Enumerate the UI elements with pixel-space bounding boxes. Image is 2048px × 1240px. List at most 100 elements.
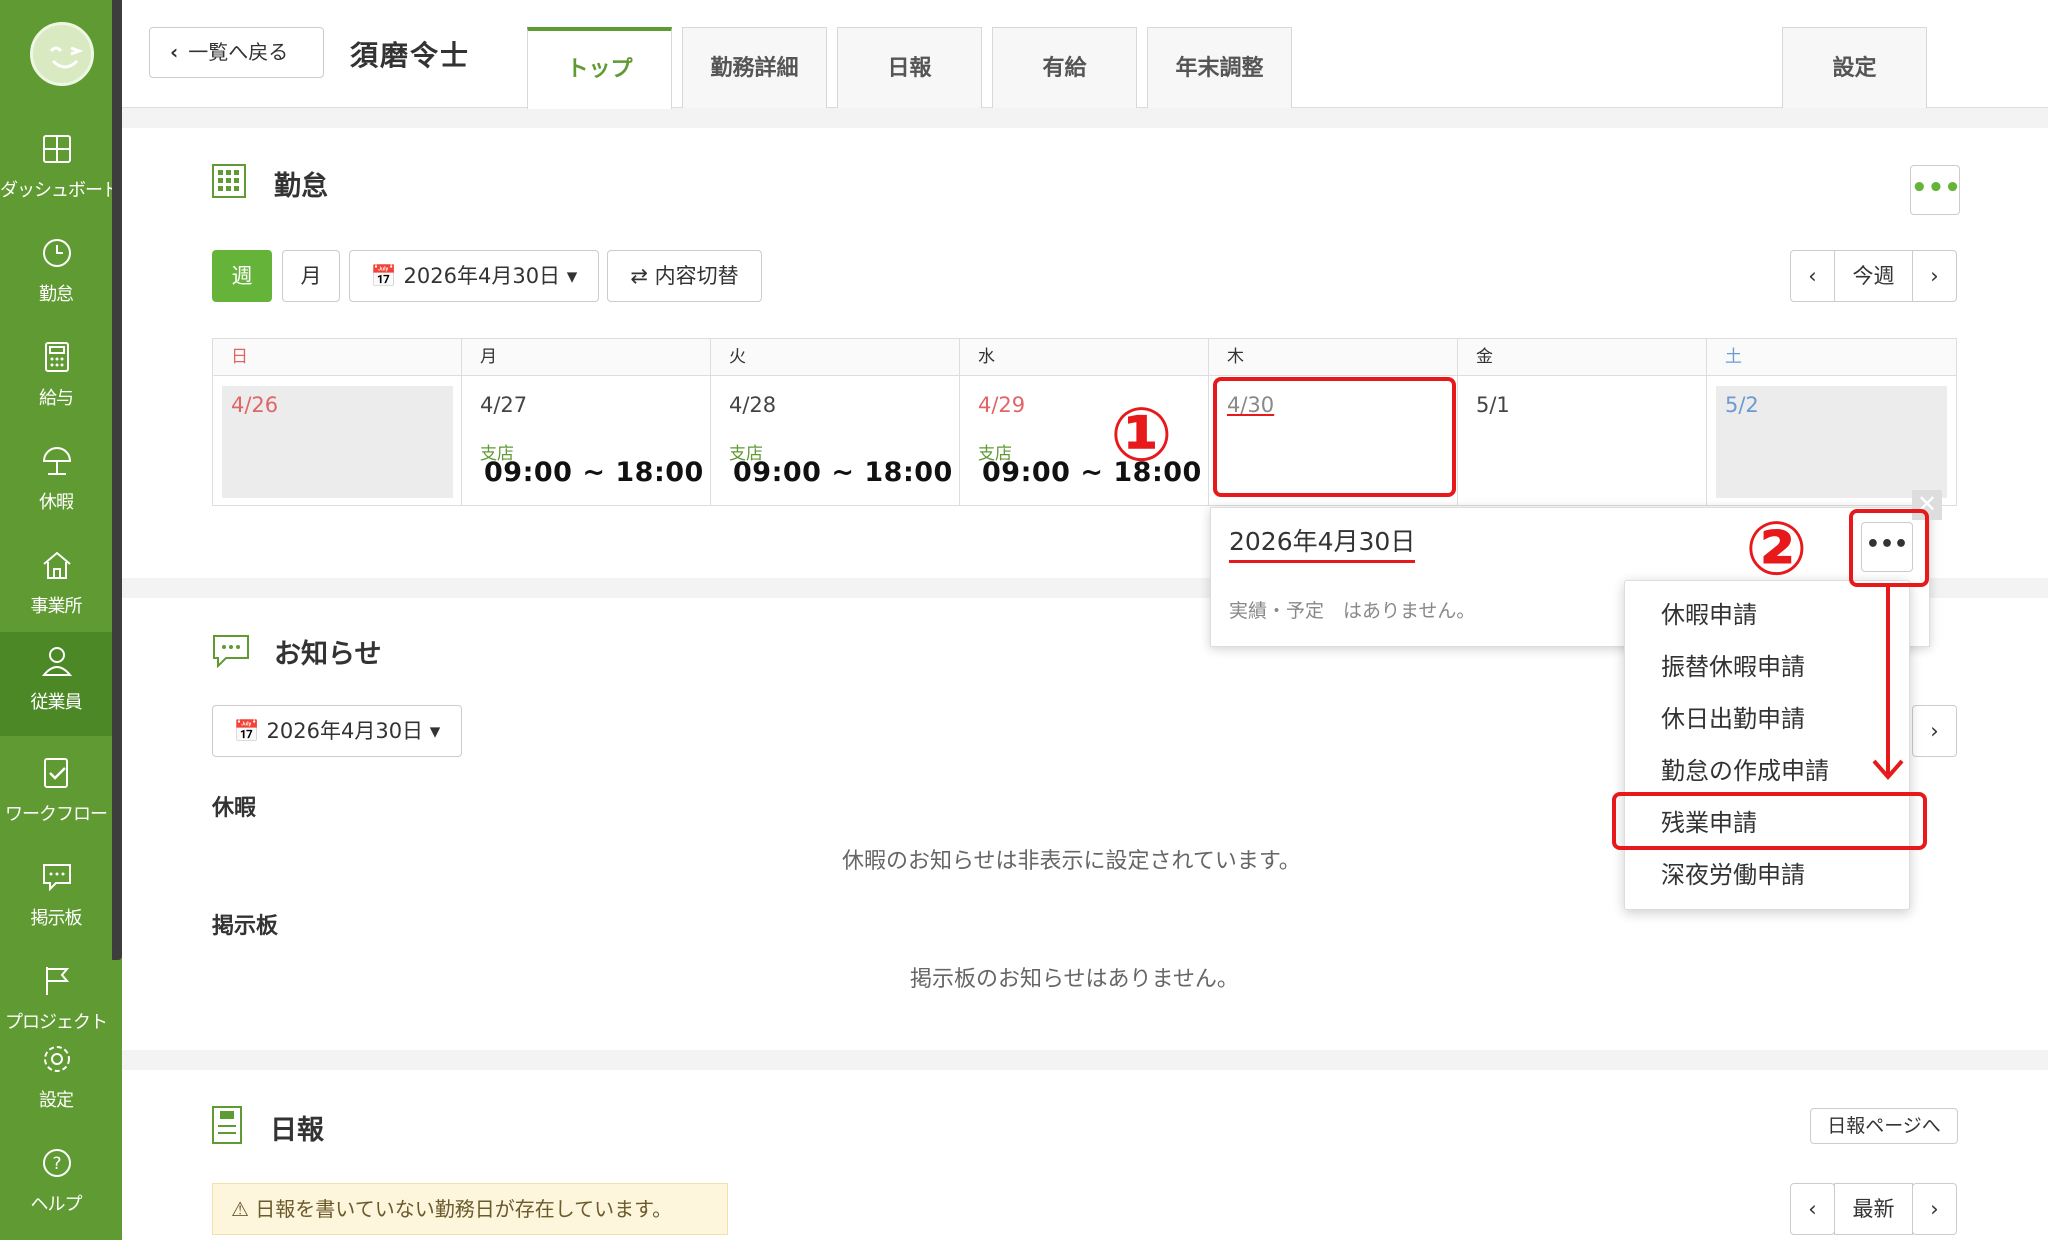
ellipsis-icon: ••• (1911, 173, 1961, 203)
news-next-button[interactable]: › (1912, 705, 1957, 757)
date-select-value: 2026年4月30日 (403, 264, 561, 288)
tab-paid-leave[interactable]: 有給 (992, 27, 1137, 108)
svg-text:?: ? (52, 1154, 61, 1174)
daily-prev-button[interactable]: ‹ (1790, 1183, 1835, 1235)
daily-next-button[interactable]: › (1912, 1183, 1957, 1235)
sidebar-item-label: ワークフロー (5, 804, 108, 825)
menu-item-holiday-work[interactable]: 休日出勤申請 (1625, 693, 1909, 745)
this-week-button[interactable]: 今週 (1834, 250, 1913, 302)
day-date: 4/28 (729, 393, 777, 417)
chevron-right-icon: › (1930, 719, 1939, 743)
sidebar-item-leave[interactable]: 休暇 (0, 432, 112, 536)
tab-settings[interactable]: 設定 (1782, 27, 1927, 108)
sidebar-item-label: 休暇 (39, 492, 74, 513)
flag-icon (46, 967, 70, 995)
sidebar-item-label: 給与 (39, 388, 74, 409)
sidebar-item-help[interactable]: ? ヘルプ (0, 1134, 112, 1238)
day-header: 水 (960, 339, 1208, 376)
back-to-list-button[interactable]: ‹ 一覧へ戻る (149, 27, 324, 78)
toggle-label: 内容切替 (654, 264, 739, 288)
popover-date: 2026年4月30日 (1229, 522, 1416, 563)
more-options-button[interactable]: ••• (1910, 165, 1961, 215)
sidebar-item-label: ヘルプ (30, 1194, 83, 1215)
prev-week-button[interactable]: ‹ (1790, 250, 1835, 302)
sidebar: ダッシュボード 勤怠 給与 休暇 事業所 従業員 ワークフロー 掲示板 プロジェ… (0, 0, 122, 1240)
day-date: 4/29 (978, 393, 1026, 417)
sidebar-item-dashboard[interactable]: ダッシュボード (0, 120, 120, 224)
smile-logo-icon (49, 46, 84, 69)
work-time: 09:00 ~ 18:00 (733, 457, 953, 488)
next-week-button[interactable]: › (1912, 250, 1957, 302)
chevron-right-icon: › (1930, 264, 1939, 288)
document-icon (212, 1106, 242, 1144)
calendar-day-mon[interactable]: 月 4/27 支店 09:00 ~ 18:00 (462, 339, 711, 505)
work-time: 09:00 ~ 18:00 (484, 457, 704, 488)
highlight-box-menu-button (1849, 509, 1929, 587)
board-message: 掲示板のお知らせはありません。 (910, 967, 1239, 992)
sidebar-item-label: ダッシュボード (0, 180, 120, 201)
checklist-icon (44, 758, 68, 788)
chevron-left-icon: ‹ (1808, 1197, 1817, 1221)
sidebar-item-label: 事業所 (30, 596, 83, 617)
calendar-day-sat[interactable]: 土 5/2 (1707, 339, 1956, 505)
clock-icon (43, 239, 71, 267)
employee-name: 須磨令士 (350, 39, 471, 72)
daily-latest-button[interactable]: 最新 (1834, 1183, 1913, 1235)
sidebar-item-board[interactable]: 掲示板 (0, 848, 112, 952)
warning-text: 日報を書いていない勤務日が存在しています。 (255, 1197, 673, 1221)
step-2-marker: ② (1745, 506, 1808, 592)
caret-down-icon: ▾ (429, 719, 441, 743)
caret-down-icon: ▾ (566, 264, 578, 288)
attendance-title: 勤怠 (274, 171, 328, 202)
help-icon: ? (43, 1149, 71, 1177)
sidebar-item-employees[interactable]: 従業員 (0, 632, 112, 736)
date-select[interactable]: 📅 2026年4月30日 ▾ (349, 250, 599, 302)
day-date: 4/27 (480, 393, 528, 417)
day-date: 5/2 (1725, 393, 1759, 417)
month-view-button[interactable]: 月 (282, 250, 340, 302)
sidebar-item-label: 従業員 (30, 692, 83, 713)
menu-item-leave-request[interactable]: 休暇申請 (1625, 589, 1909, 641)
sidebar-item-workflow[interactable]: ワークフロー (0, 744, 112, 848)
daily-report-title: 日報 (270, 1115, 324, 1146)
umbrella-icon (42, 447, 72, 475)
sidebar-scrollbar[interactable] (112, 0, 122, 960)
sidebar-item-settings[interactable]: 設定 (0, 1030, 112, 1134)
tab-year-end[interactable]: 年末調整 (1147, 27, 1292, 108)
tab-daily-report[interactable]: 日報 (837, 27, 982, 108)
sidebar-item-attendance[interactable]: 勤怠 (0, 224, 112, 328)
chevron-right-icon: › (1930, 1197, 1939, 1221)
menu-item-late-night[interactable]: 深夜労働申請 (1625, 849, 1909, 901)
menu-item-attendance-create[interactable]: 勤怠の作成申請 (1625, 745, 1909, 797)
logo[interactable] (30, 22, 94, 86)
back-label: 一覧へ戻る (188, 40, 289, 64)
sidebar-item-label: 設定 (39, 1090, 74, 1111)
week-view-button[interactable]: 週 (212, 250, 272, 302)
news-date-select[interactable]: 📅 2026年4月30日 ▾ (212, 705, 462, 757)
leave-heading: 休暇 (212, 796, 257, 821)
tab-work-detail[interactable]: 勤務詳細 (682, 27, 827, 108)
calendar-icon: 📅 (370, 264, 397, 288)
toggle-content-button[interactable]: ⇄ 内容切替 (607, 250, 762, 302)
dashboard-icon (43, 135, 71, 163)
sidebar-item-payroll[interactable]: 給与 (0, 328, 112, 432)
calendar-day-fri[interactable]: 金 5/1 (1458, 339, 1707, 505)
menu-item-substitute-leave[interactable]: 振替休暇申請 (1625, 641, 1909, 693)
day-header: 火 (711, 339, 959, 376)
calendar-day-tue[interactable]: 火 4/28 支店 09:00 ~ 18:00 (711, 339, 960, 505)
day-header: 金 (1458, 339, 1706, 376)
calendar-day-sun[interactable]: 日 4/26 (213, 339, 462, 505)
daily-report-page-button[interactable]: 日報ページへ (1810, 1108, 1958, 1144)
tab-top[interactable]: トップ (527, 27, 672, 109)
day-date: 4/26 (231, 393, 279, 417)
day-date: 5/1 (1476, 393, 1510, 417)
leave-message: 休暇のお知らせは非表示に設定されています。 (842, 849, 1301, 874)
chevron-left-icon: ‹ (170, 40, 179, 64)
highlight-box-day (1213, 377, 1456, 497)
chevron-left-icon: ‹ (1808, 264, 1817, 288)
calculator-icon (45, 342, 69, 372)
header: ‹ 一覧へ戻る 須磨令士 トップ 勤務詳細 日報 有給 年末調整 設定 (122, 0, 2048, 109)
sidebar-item-label: 勤怠 (39, 284, 74, 305)
swap-icon: ⇄ (630, 264, 648, 288)
sidebar-item-office[interactable]: 事業所 (0, 536, 112, 640)
